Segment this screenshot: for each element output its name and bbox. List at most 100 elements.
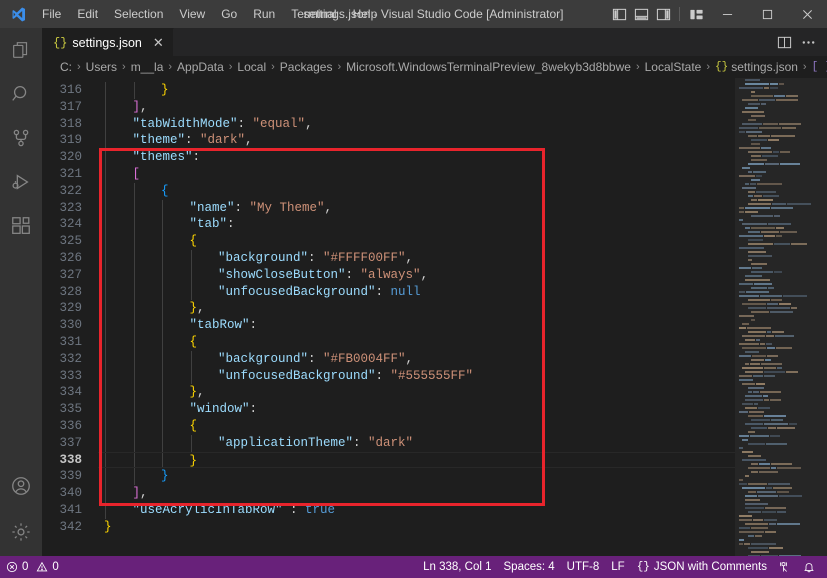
indent-guide [191,435,192,452]
breadcrumb-item[interactable]: Users [86,60,117,74]
code-line[interactable]: "background": "#FFFF00FF", [98,250,735,267]
more-actions-icon[interactable] [797,31,819,53]
menu-file[interactable]: File [34,0,69,28]
toggle-primary-sidebar-icon[interactable] [608,0,630,28]
status-editor-indentation[interactable]: Spaces: 4 [498,556,561,578]
code-line[interactable]: "applicationTheme": "dark" [98,435,735,452]
status-editor-eol[interactable]: LF [605,556,630,578]
indent-guide [134,351,135,368]
menu-run[interactable]: Run [245,0,283,28]
breadcrumb-item[interactable]: [ ]themes [812,60,827,74]
status-editor-position[interactable]: Ln 338, Col 1 [417,556,497,578]
code-line[interactable]: "useAcrylicInTabRow" : true [98,502,735,519]
code-line[interactable]: "name": "My Theme", [98,200,735,217]
code-line[interactable]: } [98,452,735,469]
indent-guide [134,200,135,217]
split-editor-right-icon[interactable] [773,31,795,53]
menu-help[interactable]: Help [345,0,386,28]
radio-tower-icon [779,561,791,573]
toggle-panel-icon[interactable] [630,0,652,28]
indent-guide [105,418,106,435]
breadcrumb-item[interactable]: C: [60,60,72,74]
status-editor-encoding[interactable]: UTF-8 [561,556,606,578]
toggle-secondary-sidebar-icon[interactable] [652,0,674,28]
code-token: "theme" [133,133,186,147]
accounts-icon[interactable] [0,464,42,508]
tab-settings-json[interactable]: {} settings.json ✕ [42,28,174,56]
minimize-button[interactable] [707,0,747,28]
code-line[interactable]: } [98,82,735,99]
indent-guide [162,368,163,385]
line-number: 328 [42,284,98,301]
code-line-text: "tab": [104,217,235,231]
breadcrumb-item[interactable]: m__la [131,60,164,74]
code-line[interactable]: "background": "#FB0004FF", [98,351,735,368]
code-line[interactable]: "tabWidthMode": "equal", [98,116,735,133]
close-icon[interactable]: ✕ [153,36,164,49]
code-line[interactable]: ], [98,485,735,502]
code-line[interactable]: "unfocusedBackground": null [98,284,735,301]
code-line[interactable]: "tab": [98,216,735,233]
code-line[interactable]: } [98,468,735,485]
status-problems[interactable]: 0 0 [0,556,65,578]
maximize-button[interactable] [747,0,787,28]
breadcrumb-label: Packages [280,60,333,74]
indent-guide [134,418,135,435]
code-line[interactable]: { [98,183,735,200]
code-line[interactable]: } [98,519,735,536]
manage-gear-icon[interactable] [0,508,42,556]
breadcrumb-item[interactable]: Microsoft.WindowsTerminalPreview_8wekyb3… [346,60,631,74]
breadcrumb-label: Users [86,60,117,74]
code-token: "background" [218,251,308,265]
breadcrumb-item[interactable]: {}settings.json [715,60,798,74]
code-line[interactable]: }, [98,300,735,317]
indent-guide [191,368,192,385]
breadcrumb-item[interactable]: LocalState [645,60,702,74]
breadcrumb-item[interactable]: AppData [177,60,224,74]
code-line[interactable]: "unfocusedBackground": "#555555FF" [98,368,735,385]
status-notifications[interactable] [797,556,821,578]
minimap-slider[interactable] [735,78,827,556]
code-line[interactable]: "showCloseButton": "always", [98,267,735,284]
menu-view[interactable]: View [171,0,213,28]
indent-guide [162,216,163,233]
code-line[interactable]: { [98,418,735,435]
customize-layout-icon[interactable] [685,0,707,28]
code-line[interactable]: "themes": [98,149,735,166]
code-line[interactable]: { [98,334,735,351]
code-line[interactable]: "window": [98,401,735,418]
indent-guide [134,267,135,284]
sidebar-item-run-and-debug[interactable] [0,160,42,204]
code-line[interactable]: "theme": "dark", [98,132,735,149]
sidebar-item-search[interactable] [0,72,42,116]
status-editor-language[interactable]: {} JSON with Comments [631,556,773,578]
sidebar-item-explorer[interactable] [0,28,42,72]
code-token: "dark" [368,436,413,450]
indent-guide [105,267,106,284]
minimap[interactable] [735,78,827,556]
breadcrumb-item[interactable]: Packages [280,60,333,74]
menu-edit[interactable]: Edit [69,0,106,28]
code-line[interactable]: ], [98,99,735,116]
code-line-text: "showCloseButton": "always", [104,268,428,282]
code-text[interactable]: }],"tabWidthMode": "equal","theme": "dar… [98,78,735,556]
menu-terminal[interactable]: Terminal [283,0,344,28]
sidebar-item-extensions[interactable] [0,204,42,248]
code-line[interactable]: { [98,233,735,250]
close-button[interactable] [787,0,827,28]
breadcrumb-item[interactable]: Local [237,60,266,74]
menu-go[interactable]: Go [213,0,245,28]
code-token: , [421,268,429,282]
code-line[interactable]: [ [98,166,735,183]
line-number: 317 [42,99,98,116]
breadcrumb-separator-icon: › [271,61,275,73]
code-line-text: { [104,184,169,198]
sidebar-item-source-control[interactable] [0,116,42,160]
menu-selection[interactable]: Selection [106,0,171,28]
status-remote-tunnel[interactable] [773,556,797,578]
code-scroll-region[interactable]: 3163173183193203213223233243253263273283… [42,78,735,556]
code-line[interactable]: }, [98,384,735,401]
code-line-text: [ [104,167,140,181]
code-line[interactable]: "tabRow": [98,317,735,334]
indent-guide [191,250,192,267]
